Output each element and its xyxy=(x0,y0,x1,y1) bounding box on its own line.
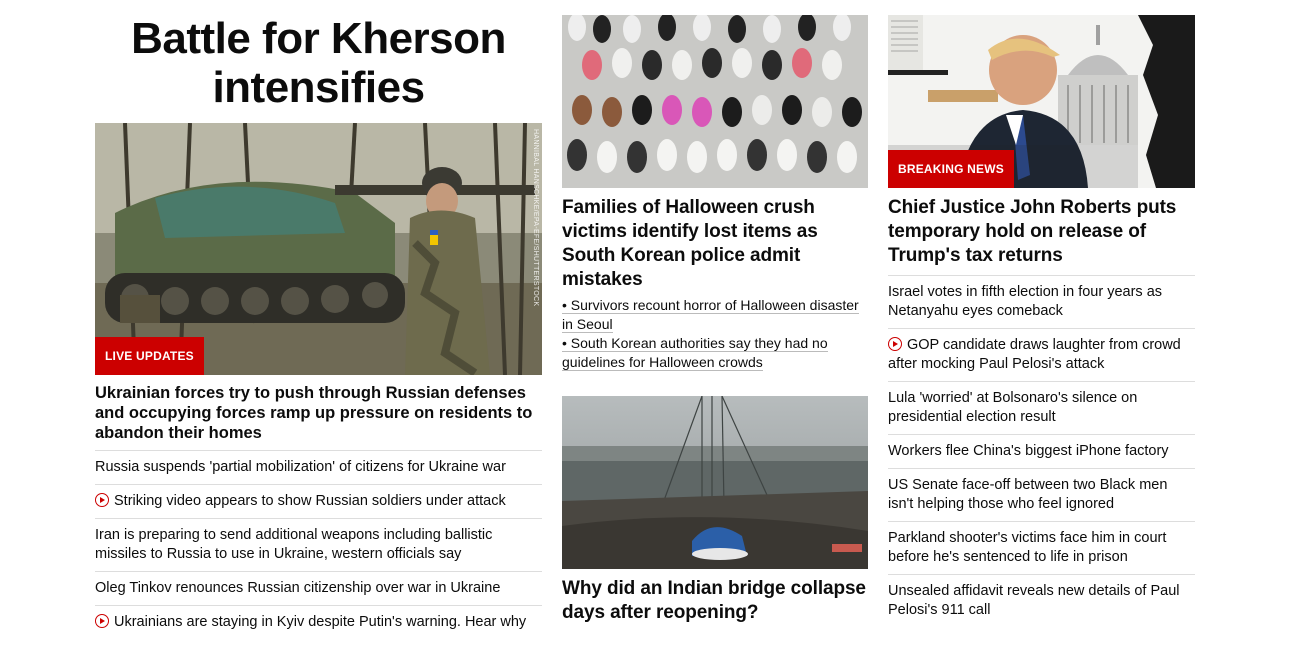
list-item[interactable]: Striking video appears to show Russian s… xyxy=(95,485,542,519)
shoes-image[interactable] xyxy=(562,15,868,188)
lead-column: Battle for Kherson intensifies HANNIBAL … xyxy=(95,0,542,639)
list-item[interactable]: Iran is preparing to send additional wea… xyxy=(95,519,542,572)
breaking-news-badge[interactable]: BREAKING NEWS xyxy=(888,150,1014,188)
right-column: BREAKING NEWS Chief Justice John Roberts… xyxy=(888,0,1195,627)
shoes-photo xyxy=(562,15,868,188)
related-link[interactable]: • South Korean authorities say they had … xyxy=(562,334,868,372)
tax-returns-headline[interactable]: Chief Justice John Roberts puts temporar… xyxy=(888,196,1195,276)
list-item[interactable]: Unsealed affidavit reveals new details o… xyxy=(888,575,1195,627)
bridge-image[interactable] xyxy=(562,396,868,569)
bridge-headline[interactable]: Why did an Indian bridge collapse days a… xyxy=(562,577,868,625)
middle-column: Families of Halloween crush victims iden… xyxy=(562,0,868,625)
play-circle-icon xyxy=(95,614,109,628)
list-item[interactable]: Oleg Tinkov renounces Russian citizenshi… xyxy=(95,572,542,606)
related-link[interactable]: • Survivors recount horror of Halloween … xyxy=(562,296,868,334)
list-item[interactable]: Parkland shooter's victims face him in c… xyxy=(888,522,1195,575)
lead-headline[interactable]: Ukrainian forces try to push through Rus… xyxy=(95,383,542,451)
world-story-list: Israel votes in fifth election in four y… xyxy=(888,276,1195,627)
ukraine-story-list: Russia suspends 'partial mobilization' o… xyxy=(95,451,542,639)
list-item[interactable]: US Senate face-off between two Black men… xyxy=(888,469,1195,522)
live-updates-badge[interactable]: LIVE UPDATES xyxy=(95,337,204,375)
list-item[interactable]: Ukrainians are staying in Kyiv despite P… xyxy=(95,606,542,639)
halloween-headline[interactable]: Families of Halloween crush victims iden… xyxy=(562,196,868,292)
list-item[interactable]: Lula 'worried' at Bolsonaro's silence on… xyxy=(888,382,1195,435)
trump-capitol-image[interactable]: BREAKING NEWS xyxy=(888,15,1195,188)
play-circle-icon xyxy=(888,337,902,351)
photo-credit: HANNIBAL HANSCHKE/EPA-EFE/SHUTTERSTOCK xyxy=(532,129,539,307)
play-circle-icon xyxy=(95,493,109,507)
bridge-photo xyxy=(562,396,868,569)
list-item[interactable]: Workers flee China's biggest iPhone fact… xyxy=(888,435,1195,469)
halloween-related-links: • Survivors recount horror of Halloween … xyxy=(562,296,868,372)
kherson-tank-image[interactable]: HANNIBAL HANSCHKE/EPA-EFE/SHUTTERSTOCK L… xyxy=(95,123,542,375)
list-item[interactable]: GOP candidate draws laughter from crowd … xyxy=(888,329,1195,382)
list-item[interactable]: Russia suspends 'partial mobilization' o… xyxy=(95,451,542,485)
list-item[interactable]: Israel votes in fifth election in four y… xyxy=(888,276,1195,329)
section-title[interactable]: Battle for Kherson intensifies xyxy=(95,14,542,112)
